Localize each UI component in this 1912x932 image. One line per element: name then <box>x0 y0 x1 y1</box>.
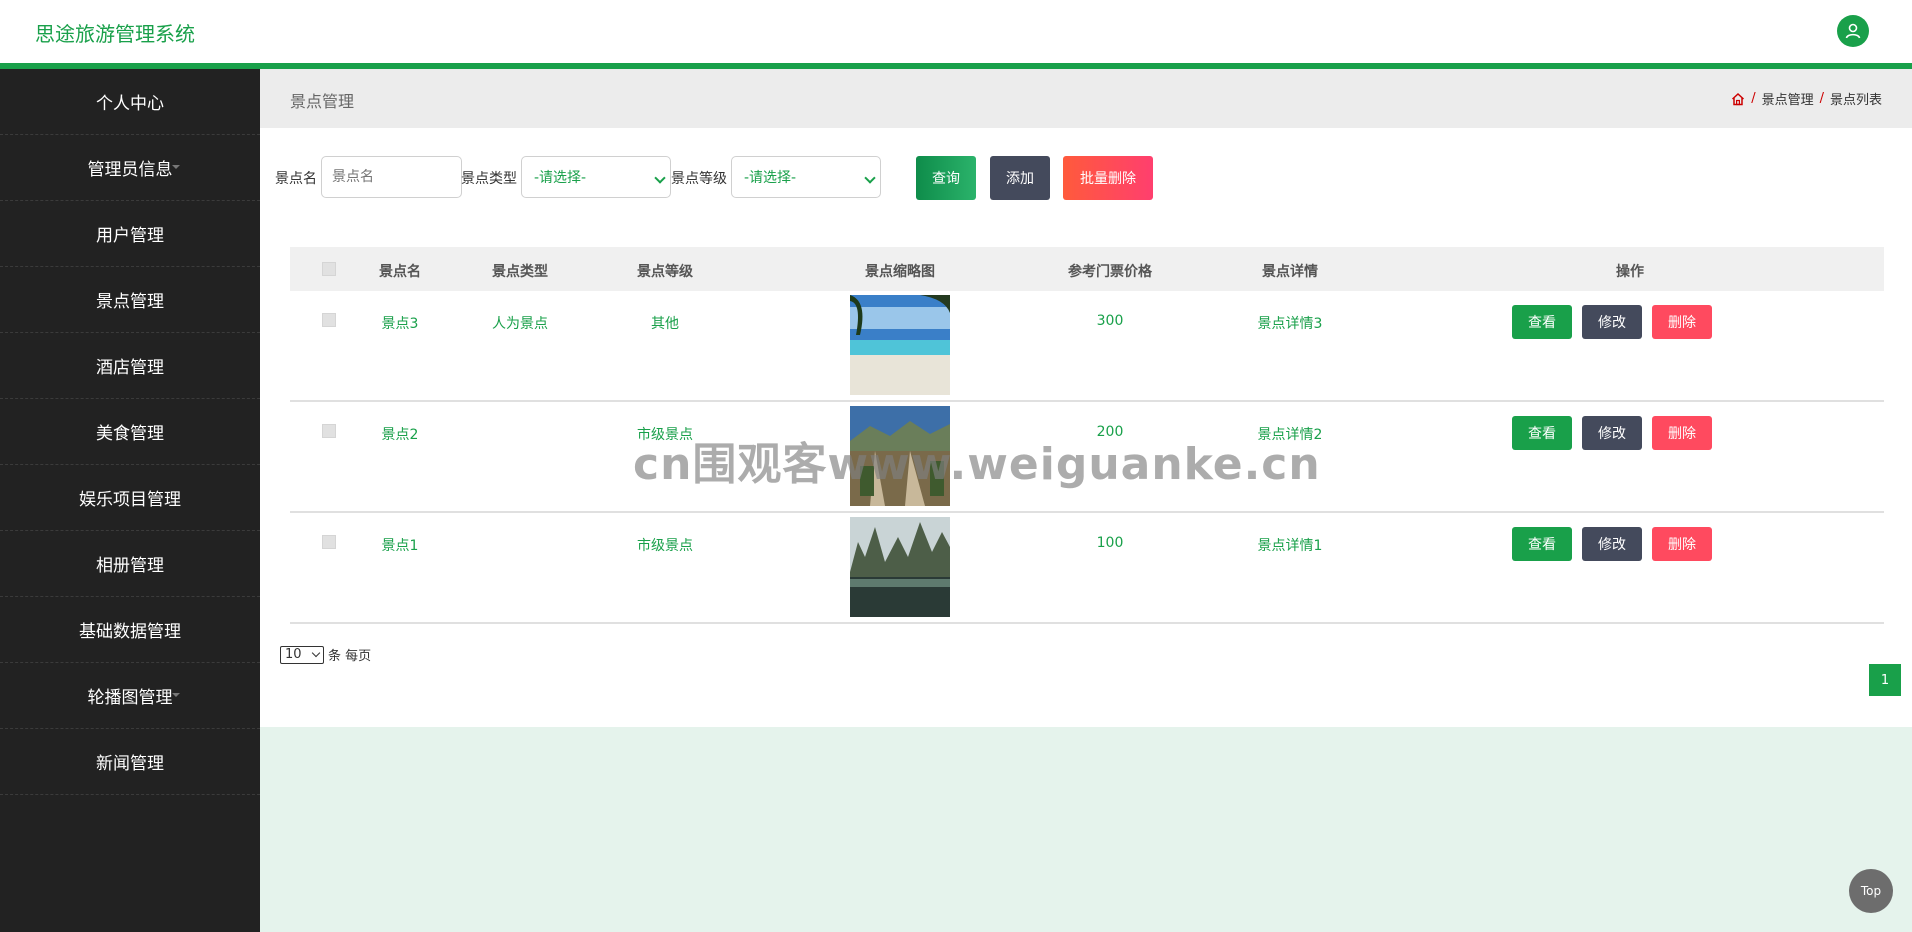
select-all-checkbox[interactable] <box>322 262 336 276</box>
sidebar-item-food[interactable]: 美食管理 <box>0 399 260 465</box>
column-header: 景点等级 <box>637 264 693 280</box>
sidebar-item-label: 新闻管理 <box>96 754 164 774</box>
column-header: 景点详情 <box>1262 264 1318 280</box>
row-checkbox[interactable] <box>322 313 336 327</box>
attraction-level: 其他 <box>651 316 679 332</box>
sidebar-item-label: 用户管理 <box>96 226 164 246</box>
sidebar-item-label: 轮播图管理 <box>87 688 173 708</box>
sidebar-item-news[interactable]: 新闻管理 <box>0 729 260 795</box>
type-select[interactable]: -请选择- <box>521 156 671 198</box>
name-label: 景点名 <box>275 171 317 187</box>
attraction-detail: 景点详情1 <box>1257 538 1323 554</box>
delete-button[interactable]: 删除 <box>1652 416 1712 450</box>
batch-delete-button[interactable]: 批量删除 <box>1063 156 1153 200</box>
attraction-type: 人为景点 <box>492 316 548 332</box>
sidebar-item-hotels[interactable]: 酒店管理 <box>0 333 260 399</box>
page-size-control: 10 条 每页 <box>280 645 371 664</box>
sidebar-item-label: 基础数据管理 <box>79 622 181 642</box>
table-row: 景点1 市级景点 100 景点详情1 查看 修改 删除 <box>290 513 1884 624</box>
page-number-button[interactable]: 1 <box>1869 664 1901 696</box>
level-select-value: -请选择- <box>744 170 797 186</box>
table-header: 景点名 景点类型 景点等级 景点缩略图 参考门票价格 景点详情 操作 <box>290 247 1884 291</box>
sidebar-item-label: 美食管理 <box>96 424 164 444</box>
sidebar-item-attractions[interactable]: 景点管理 <box>0 267 260 333</box>
type-label: 景点类型 <box>461 171 517 187</box>
sidebar-item-admin-info[interactable]: 管理员信息 <box>0 135 260 201</box>
breadcrumb-separator: / <box>1819 91 1824 106</box>
row-checkbox[interactable] <box>322 424 336 438</box>
breadcrumb-attractions[interactable]: 景点管理 <box>1762 89 1814 108</box>
breadcrumb: / 景点管理 / 景点列表 <box>1731 89 1882 108</box>
breadcrumb-separator: / <box>1751 91 1756 106</box>
attraction-name: 景点3 <box>381 316 419 332</box>
sidebar-item-albums[interactable]: 相册管理 <box>0 531 260 597</box>
main-area: 景点管理 / 景点管理 / 景点列表 景点名 景点类型 -请选择- 景点等级 <box>260 69 1912 932</box>
sidebar-item-label: 相册管理 <box>96 556 164 576</box>
ticket-price: 300 <box>1096 313 1124 329</box>
chevron-down-icon <box>864 172 876 184</box>
home-icon[interactable] <box>1731 92 1745 106</box>
add-button[interactable]: 添加 <box>990 156 1050 200</box>
column-header: 参考门票价格 <box>1068 264 1152 280</box>
attraction-detail: 景点详情3 <box>1257 316 1323 332</box>
attraction-thumbnail <box>850 517 950 617</box>
type-select-value: -请选择- <box>534 170 587 186</box>
user-icon <box>1845 23 1861 39</box>
watermark: cn围观客www.weiguanke.cn <box>633 439 1321 490</box>
view-button[interactable]: 查看 <box>1512 527 1572 561</box>
query-button[interactable]: 查询 <box>916 156 976 200</box>
delete-button[interactable]: 删除 <box>1652 305 1712 339</box>
chevron-down-icon <box>654 172 666 184</box>
table-row: 景点3 人为景点 其他 300 景点详情3 查看 修改 删除 <box>290 291 1884 402</box>
level-select[interactable]: -请选择- <box>731 156 881 198</box>
column-header: 景点类型 <box>492 264 548 280</box>
sidebar: 个人中心 管理员信息 用户管理 景点管理 酒店管理 美食管理 娱乐项目管理 相册… <box>0 69 260 932</box>
name-input[interactable] <box>321 156 462 198</box>
app-title: 思途旅游管理系统 <box>35 22 195 46</box>
sidebar-item-entertainment[interactable]: 娱乐项目管理 <box>0 465 260 531</box>
attraction-name: 景点1 <box>381 538 419 554</box>
view-button[interactable]: 查看 <box>1512 305 1572 339</box>
page-size-value: 10 <box>285 647 302 662</box>
edit-button[interactable]: 修改 <box>1582 305 1642 339</box>
search-form: 景点名 景点类型 -请选择- 景点等级 -请选择- 查询 添加 批量删除 <box>260 156 1912 200</box>
sidebar-item-label: 娱乐项目管理 <box>79 490 181 510</box>
sidebar-item-label: 个人中心 <box>96 94 164 114</box>
caret-down-icon <box>172 165 180 169</box>
sidebar-item-label: 管理员信息 <box>87 160 173 180</box>
top-bar: 思途旅游管理系统 <box>0 0 1912 63</box>
breadcrumb-attraction-list: 景点列表 <box>1829 93 1882 108</box>
page-size-suffix: 条 每页 <box>328 649 372 664</box>
sidebar-item-users[interactable]: 用户管理 <box>0 201 260 267</box>
attraction-level: 市级景点 <box>637 538 693 554</box>
edit-button[interactable]: 修改 <box>1582 416 1642 450</box>
attraction-name: 景点2 <box>381 427 419 443</box>
chevron-down-icon <box>311 648 321 657</box>
column-header: 景点缩略图 <box>865 264 935 280</box>
delete-button[interactable]: 删除 <box>1652 527 1712 561</box>
view-button[interactable]: 查看 <box>1512 416 1572 450</box>
edit-button[interactable]: 修改 <box>1582 527 1642 561</box>
level-label: 景点等级 <box>671 171 727 187</box>
back-to-top-button[interactable]: Top <box>1849 869 1893 913</box>
page-title: 景点管理 <box>290 92 355 111</box>
attraction-thumbnail <box>850 295 950 395</box>
sidebar-item-profile[interactable]: 个人中心 <box>0 69 260 135</box>
sidebar-item-label: 景点管理 <box>96 292 164 312</box>
page-size-select[interactable]: 10 <box>280 645 324 664</box>
title-bar: 景点管理 / 景点管理 / 景点列表 <box>260 69 1912 128</box>
sidebar-item-base-data[interactable]: 基础数据管理 <box>0 597 260 663</box>
user-avatar[interactable] <box>1837 15 1869 47</box>
content-panel: 景点管理 / 景点管理 / 景点列表 景点名 景点类型 -请选择- 景点等级 <box>260 69 1912 727</box>
sidebar-item-label: 酒店管理 <box>96 358 164 378</box>
ticket-price: 100 <box>1096 535 1124 551</box>
column-header: 景点名 <box>379 264 421 280</box>
caret-down-icon <box>172 693 180 697</box>
sidebar-item-carousel[interactable]: 轮播图管理 <box>0 663 260 729</box>
column-header: 操作 <box>1616 264 1644 280</box>
row-checkbox[interactable] <box>322 535 336 549</box>
